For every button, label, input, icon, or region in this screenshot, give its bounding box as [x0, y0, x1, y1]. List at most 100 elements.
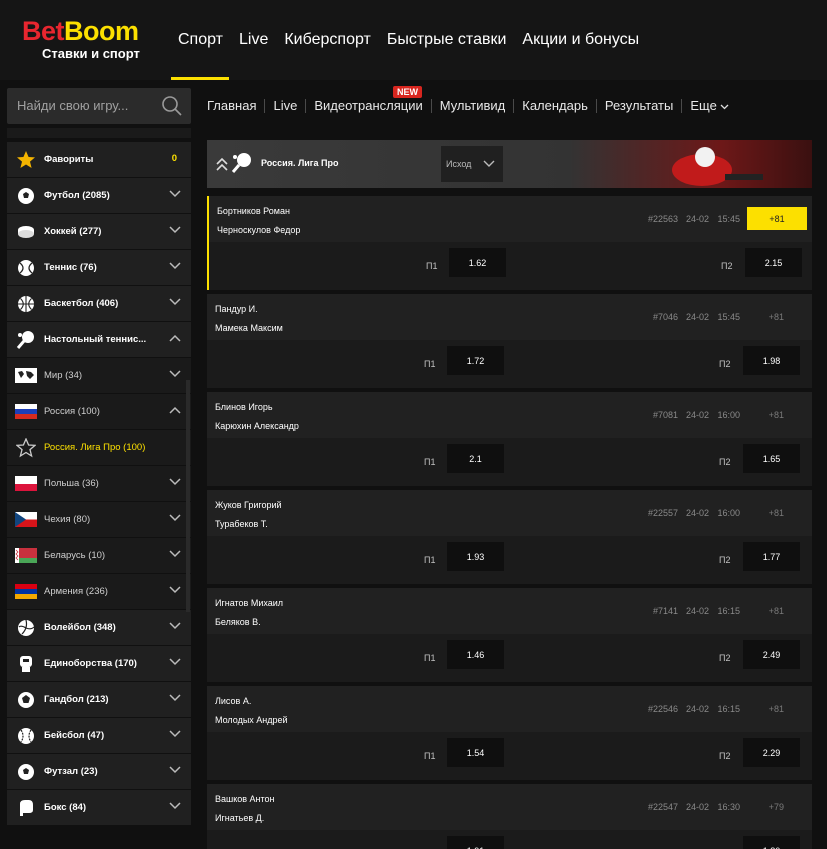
match-date: 24-02	[685, 606, 709, 616]
futsal-icon	[15, 761, 37, 783]
subnav-video[interactable]: Видеотрансляции	[305, 99, 430, 113]
sidebar-item-futsal[interactable]: Футзал (23)	[7, 754, 191, 789]
sidebar-item-label: Беларусь (10)	[44, 550, 106, 561]
p2-label: П2	[719, 555, 731, 565]
match-header[interactable]: Жуков Григорий Турабеков Т. #22557 24-02…	[207, 490, 812, 536]
topnav-live[interactable]: Live	[231, 0, 276, 80]
topnav-esports[interactable]: Киберспорт	[276, 0, 378, 80]
volleyball-icon	[15, 617, 37, 639]
table-tennis-icon	[15, 329, 37, 351]
star-icon[interactable]	[15, 437, 37, 459]
p2-odd-button[interactable]: 1.80	[743, 836, 800, 849]
sidebar-item-label: Бокс (84)	[44, 802, 87, 813]
match-header[interactable]: Пандур И. Мамека Максим #7046 24-02 15:4…	[207, 294, 812, 340]
subnav-live[interactable]: Live	[264, 99, 305, 113]
russia-flag-icon	[15, 401, 37, 423]
sidebar-item-tennis[interactable]: Теннис (76)	[7, 250, 191, 285]
search-input[interactable]: Найди свою игру...	[7, 88, 191, 124]
market-select[interactable]: Исход	[441, 146, 503, 182]
collapse-icon[interactable]	[215, 156, 229, 172]
sidebar-item-poland[interactable]: Польша (36)	[7, 466, 191, 501]
team-1-name: Пандур И.	[215, 304, 258, 314]
match-header[interactable]: Игнатов Михаил Беляков В. #7141 24-02 16…	[207, 588, 812, 634]
sidebar-item-volleyball[interactable]: Волейбол (348)	[7, 610, 191, 645]
sidebar-scrollbar[interactable]	[186, 380, 190, 612]
poland-flag-icon	[15, 473, 37, 495]
betboom-logo[interactable]: BetBoom Ставки и спорт	[22, 16, 140, 62]
p1-label: П1	[424, 457, 436, 467]
p2-odd-button[interactable]: 2.49	[743, 640, 800, 669]
more-markets-link[interactable]: +79	[769, 802, 784, 812]
sidebar-item-world[interactable]: Мир (34)	[7, 358, 191, 393]
sidebar-item-czech[interactable]: Чехия (80)	[7, 502, 191, 537]
sidebar-item-armenia[interactable]: Армения (236)	[7, 574, 191, 609]
sidebar-item-russia-liga-pro[interactable]: Россия. Лига Про (100)	[7, 430, 191, 465]
p1-odd-button[interactable]: 1.93	[447, 542, 504, 571]
team-1-name: Вашков Антон	[215, 794, 275, 804]
match-card: Жуков Григорий Турабеков Т. #22557 24-02…	[207, 490, 812, 584]
subnav-more[interactable]: Еще	[681, 99, 737, 113]
more-markets-button[interactable]: +81	[747, 207, 807, 230]
p1-odd-button[interactable]: 1.62	[449, 248, 506, 277]
more-markets-link[interactable]: +81	[769, 704, 784, 714]
sidebar-item-belarus[interactable]: Беларусь (10)	[7, 538, 191, 573]
subnav-results[interactable]: Результаты	[595, 99, 681, 113]
sidebar-item-label: Польша (36)	[44, 478, 99, 489]
topnav-sport[interactable]: Спорт	[170, 0, 231, 80]
p1-odd-button[interactable]: 1.54	[447, 738, 504, 767]
more-markets-link[interactable]: +81	[769, 312, 784, 322]
sidebar-item-table-tennis[interactable]: Настольный теннис...	[7, 322, 191, 357]
sidebar-item-label: Волейбол (348)	[44, 622, 116, 633]
match-header[interactable]: Лисов А. Молодых Андрей #22546 24-02 16:…	[207, 686, 812, 732]
subnav-calendar[interactable]: Календарь	[513, 99, 596, 113]
match-header[interactable]: Блинов Игорь Карюхин Александр #7081 24-…	[207, 392, 812, 438]
chevron-down-icon	[169, 622, 181, 630]
sidebar-item-handball[interactable]: Гандбол (213)	[7, 682, 191, 717]
team-1-name: Лисов А.	[215, 696, 252, 706]
p2-odd-button[interactable]: 1.98	[743, 346, 800, 375]
team-1-name: Игнатов Михаил	[215, 598, 284, 608]
team-2-name: Мамека Максим	[215, 323, 283, 333]
topnav-fast-bets[interactable]: Быстрые ставки	[379, 0, 515, 80]
more-markets-link[interactable]: +81	[769, 410, 784, 420]
sidebar-item-label: Теннис (76)	[44, 262, 97, 273]
search-icon[interactable]	[161, 95, 183, 122]
p2-odd-button[interactable]: 2.29	[743, 738, 800, 767]
sidebar-item-russia[interactable]: Россия (100)	[7, 394, 191, 429]
p2-odd-button[interactable]: 1.77	[743, 542, 800, 571]
more-markets-link[interactable]: +81	[769, 606, 784, 616]
team-1-name: Жуков Григорий	[215, 500, 282, 510]
sidebar-item-label: Футбол (2085)	[44, 190, 110, 201]
sidebar-item-label: Армения (236)	[44, 586, 108, 597]
more-markets-link[interactable]: +81	[769, 508, 784, 518]
topnav-promotions[interactable]: Акции и бонусы	[514, 0, 647, 80]
hockey-puck-icon	[15, 221, 37, 243]
sidebar-item-favorites[interactable]: Фавориты 0	[7, 142, 191, 177]
new-badge: NEW	[393, 86, 422, 98]
p1-odd-button[interactable]: 1.91	[447, 836, 504, 849]
match-id: #7081	[652, 410, 678, 420]
p1-odd-button[interactable]: 1.72	[447, 346, 504, 375]
league-header: Россия. Лига Про Исход	[207, 140, 812, 188]
match-header[interactable]: Вашков Антон Игнатьев Д. #22547 24-02 16…	[207, 784, 812, 830]
sidebar-item-martial-arts[interactable]: Единоборства (170)	[7, 646, 191, 681]
p1-odd-button[interactable]: 2.1	[447, 444, 504, 473]
team-2-name: Турабеков Т.	[215, 519, 268, 529]
match-card: Вашков Антон Игнатьев Д. #22547 24-02 16…	[207, 784, 812, 849]
p1-odd-button[interactable]: 1.46	[447, 640, 504, 669]
sidebar-item-label: Гандбол (213)	[44, 694, 109, 705]
sidebar-item-football[interactable]: Футбол (2085)	[7, 178, 191, 213]
match-header[interactable]: Бортников Роман Черноскулов Федор #22563…	[209, 196, 812, 242]
sidebar-item-basketball[interactable]: Баскетбол (406)	[7, 286, 191, 321]
sidebar-item-hockey[interactable]: Хоккей (277)	[7, 214, 191, 249]
p2-odd-button[interactable]: 2.15	[745, 248, 802, 277]
sidebar-item-label: Россия (100)	[44, 406, 100, 417]
chevron-down-icon	[169, 226, 181, 234]
chevron-down-icon	[169, 550, 181, 558]
sidebar-item-boxing[interactable]: Бокс (84)	[7, 790, 191, 825]
p2-odd-button[interactable]: 1.65	[743, 444, 800, 473]
fight-glove-icon	[15, 653, 37, 675]
subnav-home[interactable]: Главная	[207, 99, 264, 113]
sidebar-item-baseball[interactable]: Бейсбол (47)	[7, 718, 191, 753]
subnav-multiview[interactable]: Мультивид	[430, 99, 514, 113]
